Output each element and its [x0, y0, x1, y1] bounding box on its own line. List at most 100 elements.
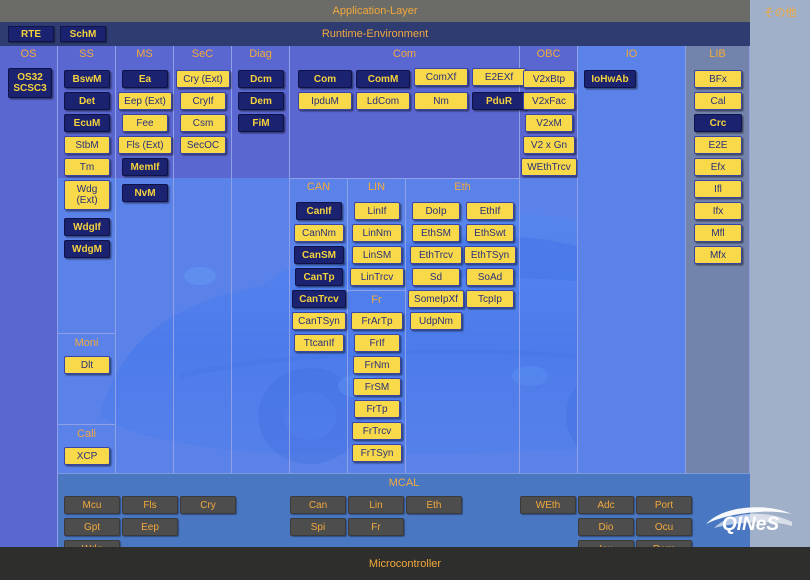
- chip-secoc[interactable]: SecOC: [180, 136, 226, 154]
- chip-soad[interactable]: SoAd: [466, 268, 514, 286]
- chip-sd[interactable]: Sd: [412, 268, 460, 286]
- chip-tcpip[interactable]: TcpIp: [466, 290, 514, 308]
- chip-ipdum[interactable]: IpduM: [298, 92, 352, 110]
- chip-weth[interactable]: WEth: [520, 496, 576, 514]
- chip-csm[interactable]: Csm: [180, 114, 226, 132]
- chip-v2xm[interactable]: V2xM: [525, 114, 573, 132]
- chip-dcm[interactable]: Dcm: [238, 70, 284, 88]
- chip-frtrcv[interactable]: FrTrcv: [352, 422, 402, 440]
- chip-comxf[interactable]: ComXf: [414, 68, 468, 86]
- chip-canif[interactable]: CanIf: [296, 202, 342, 220]
- chip-ea[interactable]: Ea: [122, 70, 168, 88]
- chip-line: Eep (Ext): [124, 96, 166, 107]
- chip-stbm[interactable]: StbM: [64, 136, 110, 154]
- chip-eep-ext[interactable]: Eep (Ext): [118, 92, 172, 110]
- chip-line: FrSM: [365, 382, 389, 393]
- chip-port[interactable]: Port: [636, 496, 692, 514]
- chip-adc[interactable]: Adc: [578, 496, 634, 514]
- chip-dem[interactable]: Dem: [238, 92, 284, 110]
- chip-mfl[interactable]: Mfl: [694, 224, 742, 242]
- chip-ecum[interactable]: EcuM: [64, 114, 110, 132]
- chip-lin[interactable]: Lin: [348, 496, 404, 514]
- chip-spi[interactable]: Spi: [290, 518, 346, 536]
- chip-ifl[interactable]: Ifl: [694, 180, 742, 198]
- chip-can[interactable]: Can: [290, 496, 346, 514]
- chip-ethif[interactable]: EthIf: [466, 202, 514, 220]
- chip-linif[interactable]: LinIf: [354, 202, 400, 220]
- chip-det[interactable]: Det: [64, 92, 110, 110]
- chip-line: Port: [655, 500, 673, 511]
- chip-gpt[interactable]: Gpt: [64, 518, 120, 536]
- chip-wdgm[interactable]: WdgM: [64, 240, 110, 258]
- chip-nm[interactable]: Nm: [414, 92, 468, 110]
- chip-fee[interactable]: Fee: [122, 114, 168, 132]
- chip-frartp[interactable]: FrArTp: [351, 312, 403, 330]
- chip-ethswt[interactable]: EthSwt: [466, 224, 514, 242]
- chip-ttcanif[interactable]: TtcanIf: [294, 334, 344, 352]
- chip-wdg[interactable]: Wdg: [64, 540, 120, 547]
- chip-pwm[interactable]: Pwm: [636, 540, 692, 547]
- chip-v2xfac[interactable]: V2xFac: [523, 92, 575, 110]
- chip-linnm[interactable]: LinNm: [352, 224, 402, 242]
- chip-cantp[interactable]: CanTp: [295, 268, 343, 286]
- chip-mfx[interactable]: Mfx: [694, 246, 742, 264]
- chip-lintrcv[interactable]: LinTrcv: [350, 268, 404, 286]
- chip-wdgif[interactable]: WdgIf: [64, 218, 110, 236]
- chip-dio[interactable]: Dio: [578, 518, 634, 536]
- chip-e2e[interactable]: E2E: [694, 136, 742, 154]
- chip-frnm[interactable]: FrNm: [353, 356, 401, 374]
- chip-cry[interactable]: Cry: [180, 496, 236, 514]
- chip-ldcom[interactable]: LdCom: [356, 92, 410, 110]
- chip-dlt[interactable]: Dlt: [64, 356, 110, 374]
- chip-wethtrcv[interactable]: WEthTrcv: [521, 158, 577, 176]
- chip-cantrcv[interactable]: CanTrcv: [292, 290, 346, 308]
- chip-comm[interactable]: ComM: [356, 70, 410, 88]
- chip-cal[interactable]: Cal: [694, 92, 742, 110]
- chip-frtsyn[interactable]: FrTSyn: [352, 444, 402, 462]
- chip-line: Can: [309, 500, 327, 511]
- chip-nvm[interactable]: NvM: [122, 184, 168, 202]
- chip-memif[interactable]: MemIf: [122, 158, 168, 176]
- chip-cantsyn[interactable]: CanTSyn: [292, 312, 346, 330]
- chip-doip[interactable]: DoIp: [412, 202, 460, 220]
- chip-cannm[interactable]: CanNm: [294, 224, 344, 242]
- chip-eep[interactable]: Eep: [122, 518, 178, 536]
- chip-linsm[interactable]: LinSM: [352, 246, 402, 264]
- chip-ethsm[interactable]: EthSM: [412, 224, 460, 242]
- chip-ocu[interactable]: Ocu: [636, 518, 692, 536]
- chip-someipxf[interactable]: SomeIpXf: [408, 290, 464, 308]
- chip-fr[interactable]: Fr: [348, 518, 404, 536]
- chip-ifx[interactable]: Ifx: [694, 202, 742, 220]
- chip-cansm[interactable]: CanSM: [294, 246, 344, 264]
- application-layer-bar: Application-Layer: [0, 0, 750, 22]
- chip-udpnm[interactable]: UdpNm: [410, 312, 462, 330]
- chip-xcp[interactable]: XCP: [64, 447, 110, 465]
- chip-crc[interactable]: Crc: [694, 114, 742, 132]
- chip-bswm[interactable]: BswM: [64, 70, 110, 88]
- chip-cry-ext[interactable]: Cry (Ext): [176, 70, 230, 88]
- chip-frsm[interactable]: FrSM: [353, 378, 401, 396]
- chip-com[interactable]: Com: [298, 70, 352, 88]
- chip-os32-scsc3[interactable]: OS32SCSC3: [8, 68, 52, 98]
- chip-ethtsyn[interactable]: EthTSyn: [464, 246, 516, 264]
- chip-frif[interactable]: FrIf: [354, 334, 400, 352]
- other-label: その他: [750, 4, 810, 22]
- chip-eth[interactable]: Eth: [406, 496, 462, 514]
- chip-pdur[interactable]: PduR: [472, 92, 526, 110]
- chip-wdg-ext[interactable]: Wdg(Ext): [64, 180, 110, 210]
- chip-v2xbtp[interactable]: V2xBtp: [523, 70, 575, 88]
- chip-cryif[interactable]: CryIf: [180, 92, 226, 110]
- chip-v2-x-gn[interactable]: V2 x Gn: [523, 136, 575, 154]
- chip-icu[interactable]: Icu: [578, 540, 634, 547]
- chip-efx[interactable]: Efx: [694, 158, 742, 176]
- chip-tm[interactable]: Tm: [64, 158, 110, 176]
- chip-ethtrcv[interactable]: EthTrcv: [410, 246, 462, 264]
- chip-e2exf[interactable]: E2EXf: [472, 68, 526, 86]
- chip-frtp[interactable]: FrTp: [354, 400, 400, 418]
- chip-iohwab[interactable]: IoHwAb: [584, 70, 636, 88]
- chip-fls-ext[interactable]: Fls (Ext): [118, 136, 172, 154]
- chip-bfx[interactable]: BFx: [694, 70, 742, 88]
- chip-line: E2EXf: [485, 72, 513, 83]
- chip-fim[interactable]: FiM: [238, 114, 284, 132]
- chip-fls[interactable]: Fls: [122, 496, 178, 514]
